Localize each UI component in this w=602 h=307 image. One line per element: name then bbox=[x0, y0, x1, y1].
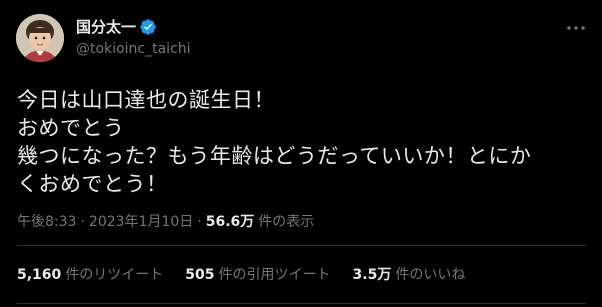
tweet-time[interactable]: 午後8:33 bbox=[17, 213, 76, 231]
retweets-stat[interactable]: 5,160 件のリツイート bbox=[17, 266, 163, 284]
likes-count: 3.5万 bbox=[352, 267, 392, 283]
retweets-label: 件のリツイート bbox=[65, 267, 164, 283]
views-label: 件の表示 bbox=[258, 214, 315, 230]
tweet-date[interactable]: 2023年1月10日 bbox=[89, 213, 193, 231]
likes-label: 件のいいね bbox=[395, 267, 466, 283]
quotes-label: 件の引用ツイート bbox=[218, 267, 331, 283]
divider bbox=[17, 245, 586, 246]
views-count[interactable]: 56.6万 bbox=[206, 213, 255, 231]
avatar-photo bbox=[16, 14, 64, 62]
tweet-stats: 5,160 件のリツイート 505 件の引用ツイート 3.5万 件のいいね bbox=[17, 266, 465, 284]
meta-separator: · bbox=[80, 214, 85, 230]
tweet-meta: 午後8:33 · 2023年1月10日 · 56.6万 件の表示 bbox=[17, 213, 314, 231]
user-handle[interactable]: @tokioinc_taichi bbox=[76, 40, 191, 58]
tweet-card: 国分太一 @tokioinc_taichi 今日は山口達也の誕生日！ おめでとう… bbox=[0, 0, 602, 307]
more-horizontal-icon[interactable] bbox=[562, 18, 590, 38]
tweet-text: 今日は山口達也の誕生日！ おめでとう 幾つになった？もう年齢はどうだっていいか！… bbox=[17, 88, 532, 196]
verified-badge-icon bbox=[139, 18, 157, 36]
display-name[interactable]: 国分太一 bbox=[76, 17, 136, 37]
avatar[interactable] bbox=[16, 14, 64, 62]
quotes-stat[interactable]: 505 件の引用ツイート bbox=[185, 266, 330, 284]
meta-separator: · bbox=[197, 214, 202, 230]
divider bbox=[17, 303, 586, 304]
name-row: 国分太一 bbox=[76, 17, 157, 37]
retweets-count: 5,160 bbox=[17, 267, 62, 283]
quotes-count: 505 bbox=[185, 267, 215, 283]
likes-stat[interactable]: 3.5万 件のいいね bbox=[353, 266, 466, 284]
